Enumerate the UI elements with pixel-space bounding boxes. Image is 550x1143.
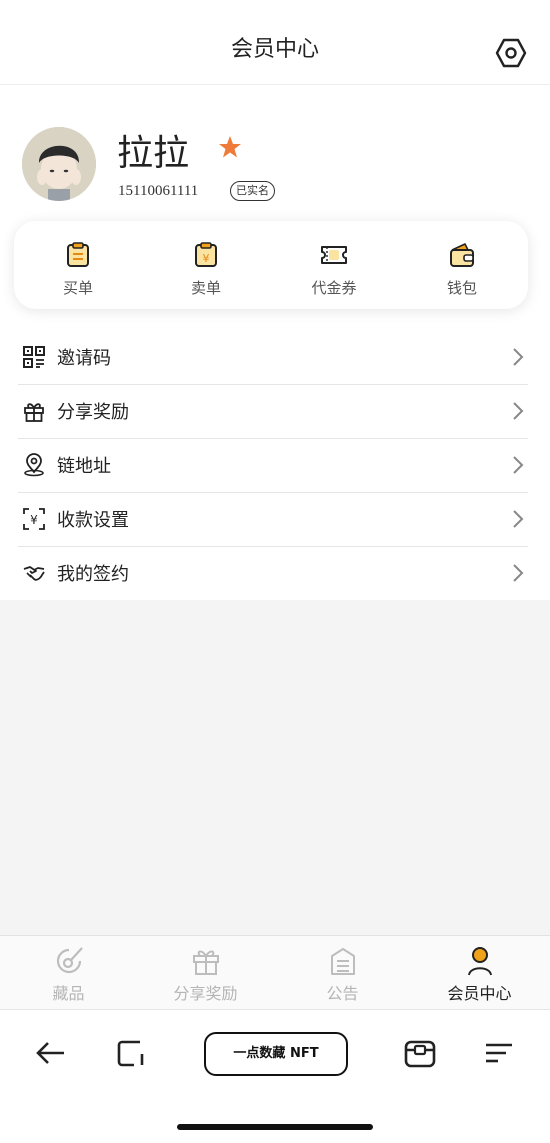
svg-text:¥: ¥ <box>203 252 210 265</box>
tab-label: 公告 <box>326 984 359 1003</box>
tab-share-rewards[interactable]: 分享奖励 <box>137 936 274 1009</box>
menu-item-payment-settings[interactable]: ¥ 收款设置 <box>18 493 528 547</box>
tab-label: 会员中心 <box>447 984 512 1003</box>
chevron-right-icon <box>513 402 524 420</box>
menu-item-my-contracts[interactable]: 我的签约 <box>18 547 528 600</box>
menu-item-label: 我的签约 <box>57 564 129 585</box>
member-icon <box>468 947 492 976</box>
menu-item-label: 链地址 <box>57 456 111 477</box>
back-button[interactable] <box>34 1036 68 1070</box>
menu-item-chain-address[interactable]: 链地址 <box>18 439 528 493</box>
sell-order-icon: ¥ <box>195 242 217 267</box>
arrow-left-icon <box>36 1042 64 1064</box>
menu-button[interactable] <box>482 1036 516 1070</box>
star-icon <box>218 135 242 159</box>
chevron-right-icon <box>513 456 524 474</box>
chevron-right-icon <box>513 348 524 366</box>
quick-action-label: 钱包 <box>446 279 477 297</box>
profile-section: 拉拉 15110061111 已实名 买单 ¥ 卖单 代金券 钱包 邀请码 分享… <box>0 85 550 600</box>
menu-item-label: 邀请码 <box>57 348 111 369</box>
handshake-icon <box>23 566 45 581</box>
announcement-icon <box>331 948 355 975</box>
tab-label: 分享奖励 <box>173 984 238 1003</box>
avatar[interactable] <box>22 127 96 201</box>
verified-badge: 已实名 <box>230 181 275 201</box>
wallet-icon <box>450 243 474 267</box>
avatar-image <box>22 127 96 201</box>
quick-action-label: 买单 <box>62 279 93 297</box>
collection-icon <box>56 947 83 974</box>
quick-action-voucher[interactable]: 代金券 <box>270 221 398 309</box>
gift-icon <box>193 950 219 975</box>
tab-label: 藏品 <box>52 984 85 1003</box>
quick-action-sell-order[interactable]: ¥ 卖单 <box>142 221 270 309</box>
header: 会员中心 <box>0 0 550 85</box>
tab-announcements[interactable]: 公告 <box>274 936 411 1009</box>
quick-action-label: 代金券 <box>311 279 357 297</box>
menu-item-share-rewards[interactable]: 分享奖励 <box>18 385 528 439</box>
browser-toolbar: 一点数藏 NFT <box>0 1009 550 1143</box>
tab-member-center[interactable]: 会员中心 <box>411 936 548 1009</box>
svg-text:¥: ¥ <box>30 513 38 527</box>
buy-order-icon <box>67 242 89 267</box>
tabs-button[interactable] <box>114 1036 148 1070</box>
tab-collection[interactable]: 藏品 <box>0 936 137 1009</box>
url-bar[interactable]: 一点数藏 NFT <box>204 1032 348 1076</box>
menu-item-label: 分享奖励 <box>57 402 129 423</box>
quick-action-wallet[interactable]: 钱包 <box>398 221 526 309</box>
menu-lines-icon <box>486 1043 512 1063</box>
home-indicator <box>177 1124 373 1130</box>
box-icon <box>404 1040 436 1068</box>
chevron-right-icon <box>513 510 524 528</box>
location-pin-icon <box>24 453 44 477</box>
qr-code-icon <box>23 346 45 368</box>
quick-actions-card: 买单 ¥ 卖单 代金券 钱包 <box>14 221 528 309</box>
quick-action-buy-order[interactable]: 买单 <box>14 221 142 309</box>
username: 拉拉 <box>117 133 190 174</box>
voucher-icon <box>321 246 347 264</box>
phone-number: 15110061111 <box>118 183 199 199</box>
gift-icon <box>24 403 44 422</box>
settings-button[interactable] <box>494 36 528 70</box>
yuan-scan-icon: ¥ <box>23 508 45 530</box>
bottom-tab-bar: 藏品 分享奖励 公告 会员中心 <box>0 935 550 1009</box>
chevron-right-icon <box>513 564 524 582</box>
tabs-icon <box>117 1040 144 1067</box>
page-title: 会员中心 <box>230 37 319 62</box>
settings-hex-icon <box>495 38 527 68</box>
menu-item-label: 收款设置 <box>57 510 129 531</box>
menu-item-invite-code[interactable]: 邀请码 <box>18 331 528 385</box>
bookmarks-button[interactable] <box>403 1036 437 1070</box>
quick-action-label: 卖单 <box>190 279 221 297</box>
